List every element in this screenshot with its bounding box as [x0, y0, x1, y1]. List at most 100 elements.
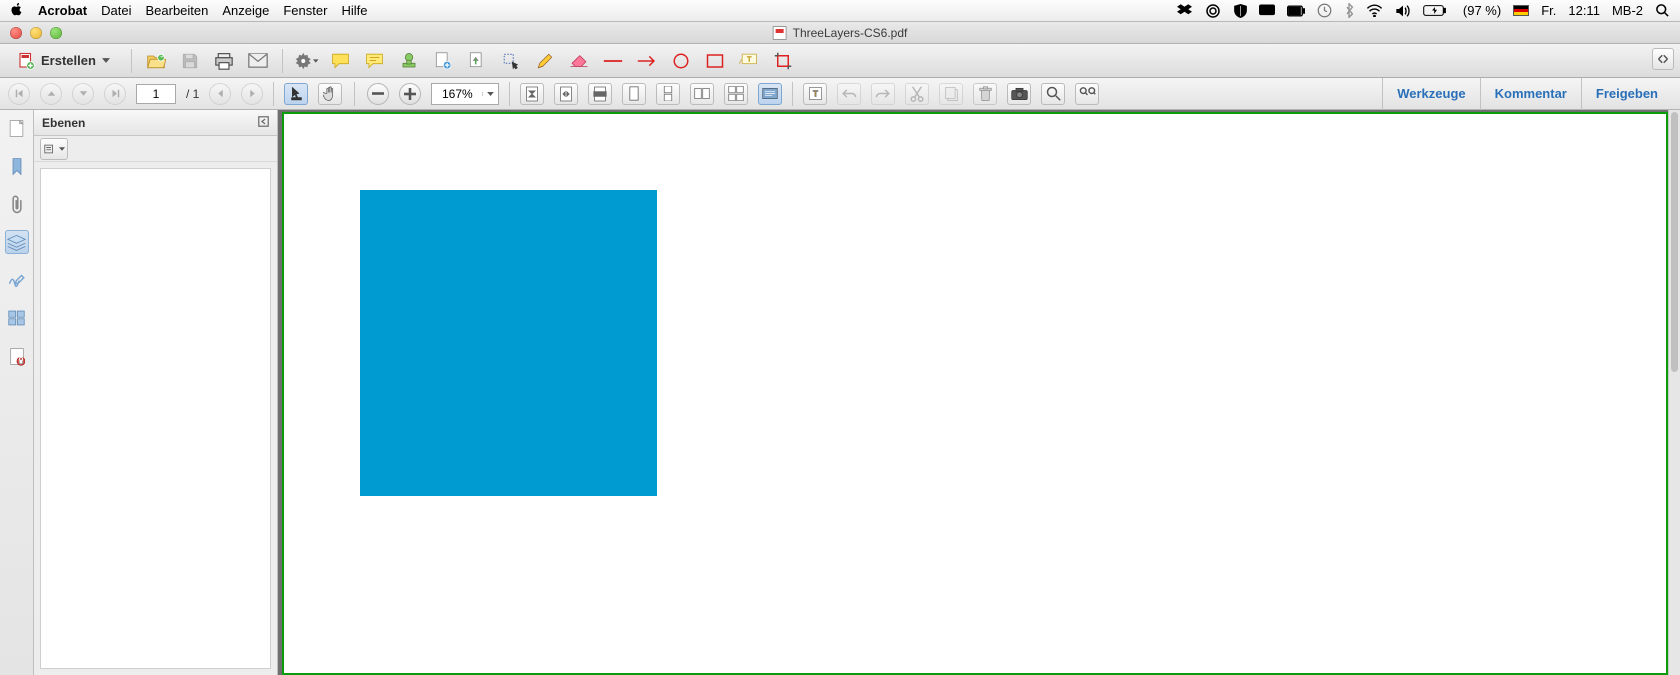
order-panel-button[interactable] [5, 306, 29, 330]
snapshot-icon[interactable] [1007, 83, 1031, 105]
cloud-icon[interactable] [1204, 4, 1222, 18]
window-close-button[interactable] [10, 27, 22, 39]
history-back-button[interactable] [209, 83, 231, 105]
touchup-text-button[interactable]: T [803, 83, 827, 105]
pencil-icon[interactable] [533, 49, 557, 73]
layers-panel: Ebenen [34, 110, 278, 675]
vertical-scrollbar[interactable] [1668, 110, 1680, 675]
dropbox-icon[interactable] [1177, 4, 1192, 17]
user-name[interactable]: MB-2 [1612, 3, 1643, 18]
select-object-icon[interactable] [499, 49, 523, 73]
zoom-level-select[interactable]: 167% [431, 83, 499, 105]
attachments-panel-button[interactable] [5, 192, 29, 216]
email-icon[interactable] [246, 49, 270, 73]
security-panel-button[interactable] [5, 344, 29, 368]
zoom-dropdown-icon [482, 92, 498, 96]
reading-mode-button[interactable] [758, 83, 782, 105]
signatures-panel-button[interactable] [5, 268, 29, 292]
spotlight-icon[interactable] [1655, 3, 1670, 18]
scrollbar-thumb[interactable] [1671, 112, 1678, 372]
create-label: Erstellen [41, 53, 96, 68]
comment-pane-tab[interactable]: Kommentar [1480, 78, 1581, 110]
two-up-continuous-button[interactable] [724, 83, 748, 105]
wifi-icon[interactable] [1366, 4, 1383, 17]
zoom-in-button[interactable] [399, 83, 421, 105]
stamp-icon[interactable] [397, 49, 421, 73]
page-number-input[interactable]: 1 [136, 84, 176, 104]
menu-anzeige[interactable]: Anzeige [222, 3, 269, 18]
window-minimize-button[interactable] [30, 27, 42, 39]
menu-hilfe[interactable]: Hilfe [341, 3, 367, 18]
shield-icon[interactable] [1234, 4, 1247, 18]
window-zoom-button[interactable] [50, 27, 62, 39]
undo-button[interactable] [837, 83, 861, 105]
fit-visible-button[interactable] [588, 83, 612, 105]
menu-datei[interactable]: Datei [101, 3, 131, 18]
eraser-icon[interactable] [567, 49, 591, 73]
copy-icon[interactable] [939, 83, 963, 105]
attach-page-icon[interactable] [431, 49, 455, 73]
oval-tool-icon[interactable] [669, 49, 693, 73]
open-icon[interactable] [144, 49, 168, 73]
apple-icon[interactable] [10, 2, 24, 19]
clock-day[interactable]: Fr. [1541, 3, 1556, 18]
expand-toolbar-button[interactable] [1652, 48, 1674, 70]
layers-list[interactable] [40, 168, 271, 669]
arrow-tool-icon[interactable] [635, 49, 659, 73]
svg-text:T: T [813, 90, 818, 99]
battery-percent[interactable]: (97 %) [1463, 3, 1501, 18]
timemachine-icon[interactable] [1317, 3, 1332, 18]
line-tool-icon[interactable] [601, 49, 625, 73]
trash-icon[interactable] [973, 83, 997, 105]
gear-icon[interactable] [295, 49, 319, 73]
select-tool-button[interactable] [284, 83, 308, 105]
bluetooth-icon[interactable] [1344, 3, 1354, 18]
history-forward-button[interactable] [241, 83, 263, 105]
create-button[interactable]: Erstellen [8, 48, 119, 74]
text-callout-icon[interactable]: T [737, 49, 761, 73]
volume-icon[interactable] [1395, 4, 1411, 18]
collapse-panel-button[interactable] [258, 116, 269, 130]
cut-icon[interactable] [905, 83, 929, 105]
comment-bubble-icon[interactable] [329, 49, 353, 73]
window-titlebar: ThreeLayers-CS6.pdf [0, 22, 1680, 44]
menu-bearbeiten[interactable]: Bearbeiten [145, 3, 208, 18]
rect-tool-icon[interactable] [703, 49, 727, 73]
fit-width-button[interactable] [554, 83, 578, 105]
insert-page-icon[interactable] [465, 49, 489, 73]
find-icon[interactable] [1041, 83, 1065, 105]
app-name-menu[interactable]: Acrobat [38, 3, 87, 18]
hand-tool-button[interactable] [318, 83, 342, 105]
redo-button[interactable] [871, 83, 895, 105]
navigation-rail [0, 110, 34, 675]
layers-panel-button[interactable] [5, 230, 29, 254]
continuous-button[interactable] [656, 83, 680, 105]
highlight-text-icon[interactable] [363, 49, 387, 73]
fit-page-button[interactable] [520, 83, 544, 105]
battery-menu-icon[interactable] [1287, 5, 1305, 17]
display-icon[interactable]: D [1259, 4, 1275, 17]
nav-up-button[interactable] [40, 83, 62, 105]
power-icon[interactable] [1423, 4, 1451, 17]
thumbnails-panel-button[interactable] [5, 116, 29, 140]
flag-de-icon[interactable] [1513, 5, 1529, 16]
two-up-button[interactable] [690, 83, 714, 105]
nav-last-button[interactable] [104, 83, 126, 105]
document-viewport[interactable] [278, 110, 1680, 675]
crop-icon[interactable] [771, 49, 795, 73]
nav-down-button[interactable] [72, 83, 94, 105]
layers-options-button[interactable] [40, 138, 68, 160]
bookmarks-panel-button[interactable] [5, 154, 29, 178]
save-icon[interactable] [178, 49, 202, 73]
tools-pane-tab[interactable]: Werkzeuge [1382, 78, 1479, 110]
single-page-button[interactable] [622, 83, 646, 105]
menu-fenster[interactable]: Fenster [283, 3, 327, 18]
nav-first-button[interactable] [8, 83, 30, 105]
print-icon[interactable] [212, 49, 236, 73]
zoom-out-button[interactable] [367, 83, 389, 105]
advanced-find-icon[interactable] [1075, 83, 1099, 105]
svg-text:T: T [748, 55, 753, 63]
primary-toolbar: Erstellen T [0, 44, 1680, 78]
share-pane-tab[interactable]: Freigeben [1581, 78, 1672, 110]
clock-time[interactable]: 12:11 [1568, 3, 1600, 18]
